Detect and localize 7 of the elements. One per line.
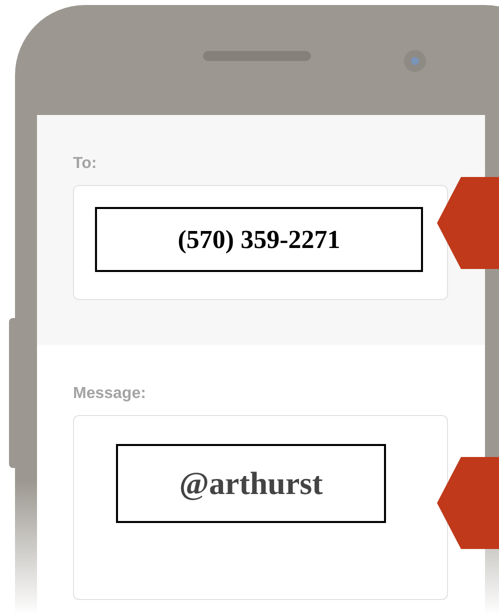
phone-number: (570) 359-2271 bbox=[95, 207, 423, 272]
message-field[interactable]: @arthurst bbox=[73, 415, 448, 600]
message-label: Message: bbox=[73, 385, 147, 403]
to-field[interactable]: (570) 359-2271 bbox=[73, 185, 448, 300]
camera-icon bbox=[404, 50, 426, 72]
to-label: To: bbox=[73, 155, 98, 173]
message-text: @arthurst bbox=[116, 444, 386, 523]
